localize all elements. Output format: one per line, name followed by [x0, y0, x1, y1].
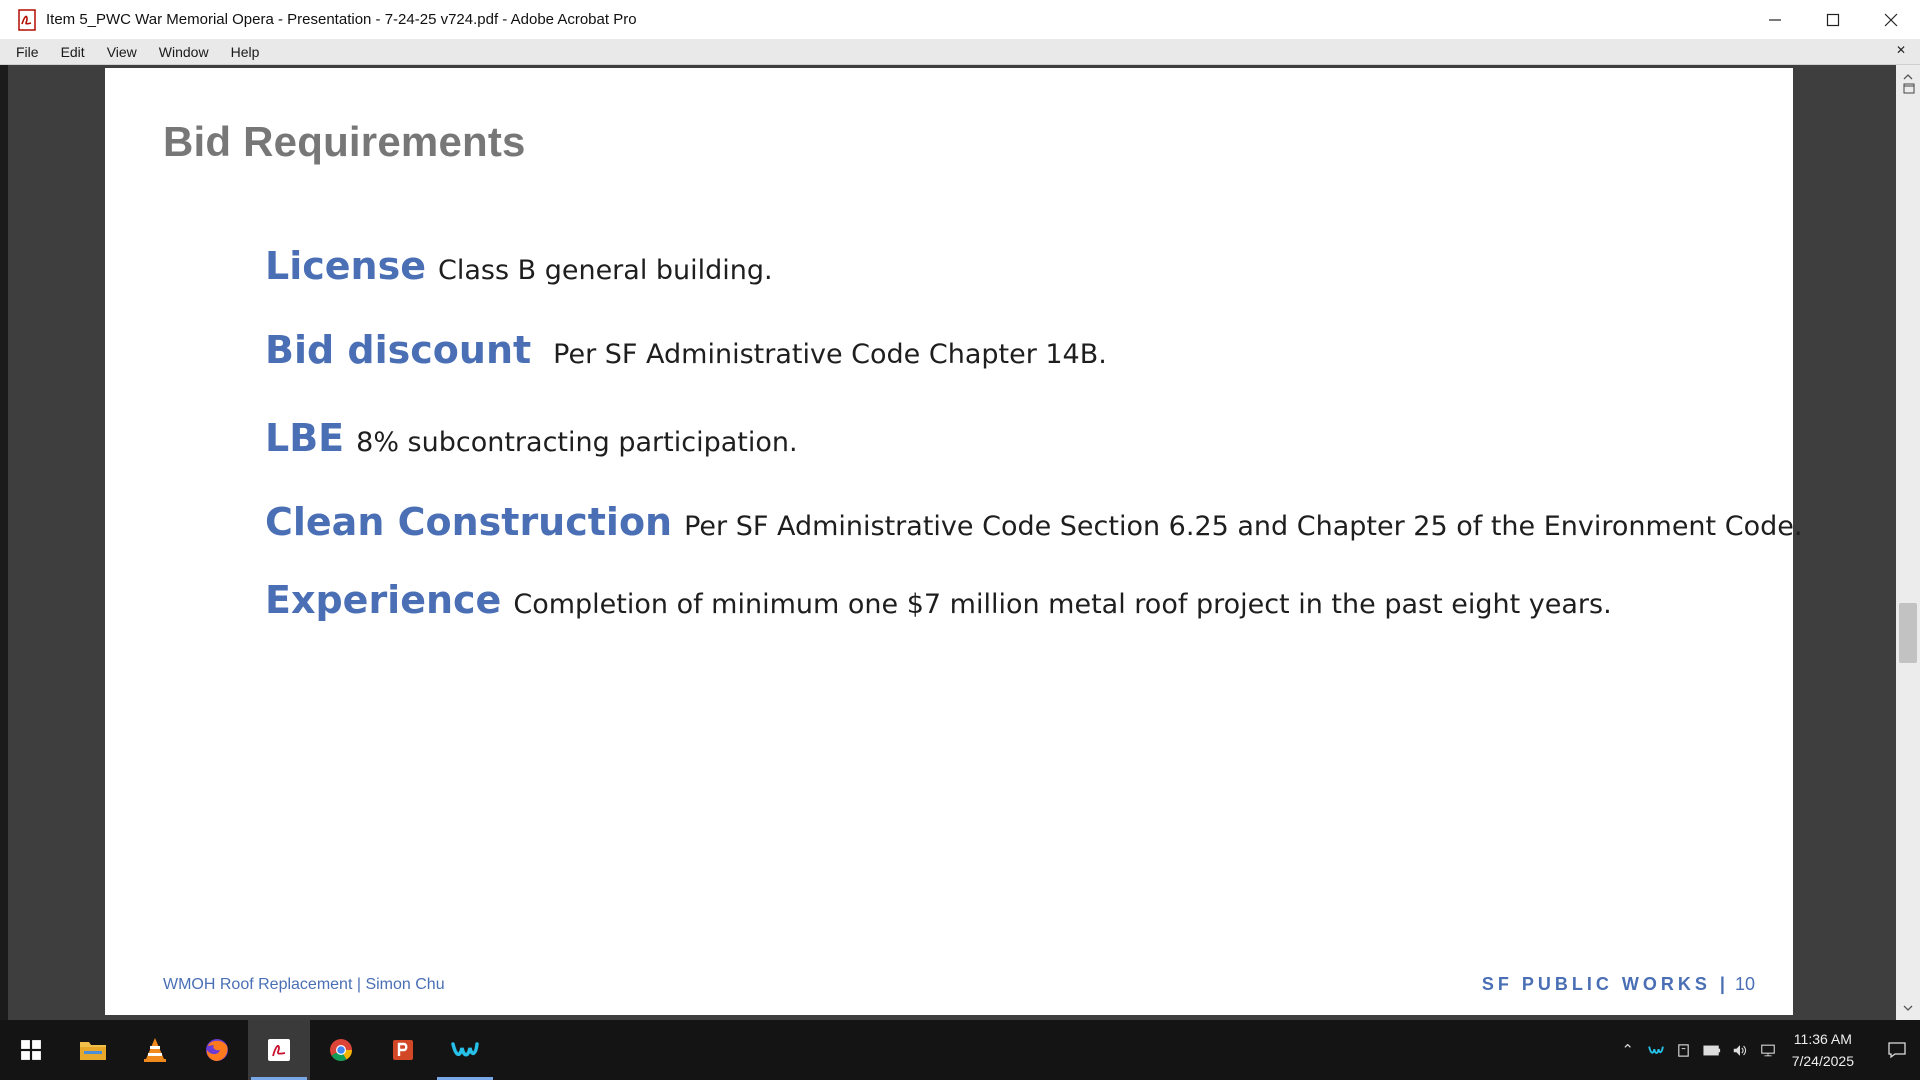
network-icon[interactable]	[1754, 1020, 1782, 1080]
taskbar: ⌃ 11:36 AM 7/24/2025	[0, 1020, 1920, 1080]
system-tray: ⌃ 11:36 AM 7/24/2025	[1614, 1020, 1920, 1080]
clock[interactable]: 11:36 AM 7/24/2025	[1792, 1028, 1854, 1072]
footer-brand: SF PUBLIC WORKS | 10	[1482, 974, 1755, 995]
battery-icon[interactable]	[1698, 1020, 1726, 1080]
menu-file[interactable]: File	[8, 44, 47, 60]
maximize-button[interactable]	[1804, 0, 1862, 39]
menu-edit[interactable]: Edit	[53, 44, 93, 60]
powerpoint-icon	[393, 1040, 413, 1060]
notification-icon	[1888, 1042, 1906, 1059]
chevron-down-icon[interactable]	[1902, 1002, 1914, 1014]
requirement-clean-construction: Clean Construction Per SF Administrative…	[265, 500, 1802, 544]
requirement-term: Clean Construction	[265, 500, 673, 544]
menu-bar: File Edit View Window Help ✕	[0, 39, 1920, 65]
page-title: Bid Requirements	[163, 118, 526, 165]
requirement-desc: Per SF Administrative Code Chapter 14B.	[553, 339, 1107, 370]
requirement-term: License	[265, 244, 426, 288]
window-title: Item 5_PWC War Memorial Opera - Presenta…	[46, 11, 637, 28]
menu-view[interactable]: View	[99, 44, 145, 60]
footer-project: WMOH Roof Replacement | Simon Chu	[163, 976, 445, 993]
page-number: 10	[1734, 974, 1755, 994]
requirement-license: License Class B general building.	[265, 244, 773, 288]
webex-button[interactable]	[434, 1020, 496, 1080]
requirement-desc: Completion of minimum one $7 million met…	[513, 589, 1612, 620]
menu-window[interactable]: Window	[151, 44, 217, 60]
acrobat-taskbar-button[interactable]	[248, 1020, 310, 1080]
requirement-term: LBE	[265, 416, 345, 460]
requirement-bid-discount: Bid discount Per SF Administrative Code …	[265, 328, 1107, 372]
requirement-term: Bid discount	[265, 328, 532, 372]
minimize-button[interactable]	[1746, 0, 1804, 39]
page-thumbnail-icon[interactable]	[1902, 81, 1916, 95]
close-button[interactable]	[1862, 0, 1920, 39]
chevron-up-icon[interactable]: ⌃	[1614, 1020, 1642, 1080]
vlc-cone-icon	[144, 1038, 166, 1062]
firefox-button[interactable]	[186, 1020, 248, 1080]
powerpoint-button[interactable]	[372, 1020, 434, 1080]
requirement-term: Experience	[265, 578, 502, 622]
minimize-icon	[1769, 18, 1781, 21]
folder-icon	[80, 1042, 106, 1060]
chrome-button[interactable]	[310, 1020, 372, 1080]
close-icon	[1884, 13, 1898, 26]
viewport-edge	[0, 65, 8, 1020]
requirement-desc: Per SF Administrative Code Section 6.25 …	[684, 511, 1803, 542]
device-icon[interactable]	[1670, 1020, 1698, 1080]
pdf-page: Bid Requirements License Class B general…	[105, 68, 1802, 1015]
firefox-icon	[206, 1039, 228, 1061]
webex-tray-icon[interactable]	[1642, 1020, 1670, 1080]
clock-date: 7/24/2025	[1791, 1053, 1854, 1069]
maximize-icon	[1826, 13, 1840, 26]
footer-brand-text: SF PUBLIC WORKS |	[1481, 974, 1729, 994]
acrobat-pdf-icon	[16, 8, 38, 31]
vlc-button[interactable]	[124, 1020, 186, 1080]
requirement-desc: 8% subcontracting participation.	[356, 427, 798, 458]
scrollbar-thumb[interactable]	[1899, 603, 1917, 663]
chrome-icon	[330, 1039, 352, 1061]
document-viewport[interactable]: Bid Requirements License Class B general…	[0, 65, 1920, 1020]
requirement-experience: Experience Completion of minimum one $7 …	[265, 578, 1612, 622]
clock-time: 11:36 AM	[1793, 1031, 1852, 1047]
file-explorer-button[interactable]	[62, 1020, 124, 1080]
windows-logo-icon	[21, 1040, 41, 1060]
acrobat-icon	[268, 1039, 290, 1061]
requirement-lbe: LBE 8% subcontracting participation.	[265, 416, 798, 460]
close-document-icon[interactable]: ✕	[1896, 43, 1906, 57]
requirement-desc: Class B general building.	[437, 255, 773, 286]
title-bar: Item 5_PWC War Memorial Opera - Presenta…	[0, 0, 1920, 39]
windows-start-button[interactable]	[0, 1020, 62, 1080]
window-controls	[1746, 0, 1920, 39]
vertical-scrollbar[interactable]	[1896, 65, 1920, 1020]
notification-center-button[interactable]	[1874, 1020, 1920, 1080]
volume-icon[interactable]	[1726, 1020, 1754, 1080]
webex-icon	[451, 1042, 479, 1057]
menu-help[interactable]: Help	[223, 44, 268, 60]
